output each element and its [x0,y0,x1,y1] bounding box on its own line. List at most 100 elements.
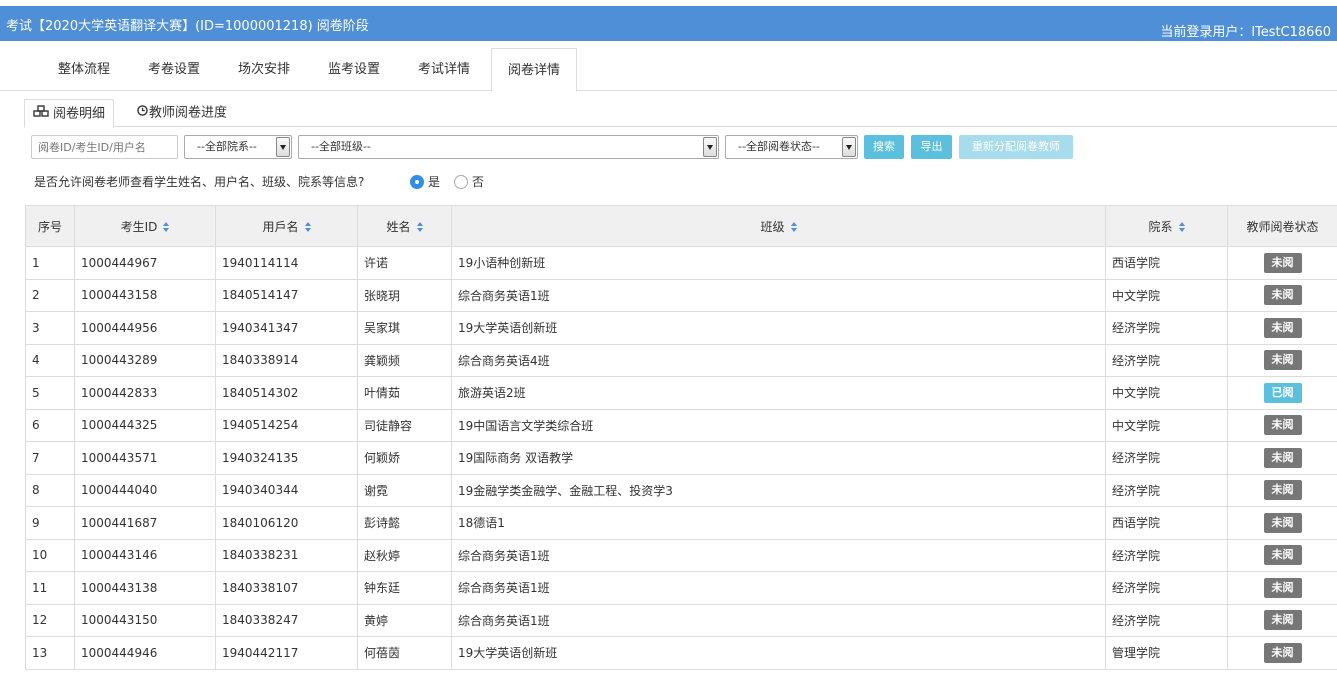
cell-username: 1840338107 [215,571,358,605]
cell-student-id: 1000444967 [74,246,216,280]
table-row[interactable]: 3 1000444956 1940341347 吴家琪 19大学英语创新班 经济学院 未阅 [25,311,1337,345]
export-button[interactable]: 导出 [911,135,952,159]
privacy-no-radio[interactable] [454,175,468,189]
status-badge: 未阅 [1263,350,1302,371]
cell-department: 经济学院 [1105,311,1228,345]
department-select-value: --全部院系-- [197,140,257,153]
cell-status: 未阅 [1227,278,1337,312]
search-button[interactable]: 搜索 [864,135,904,159]
status-select-value: --全部阅卷状态-- [738,140,820,153]
table-row[interactable]: 4 1000443289 1840338914 龚颖频 综合商务英语4班 经济学院 未阅 [25,343,1337,377]
cell-status: 已阅 [1227,376,1337,410]
cell-department: 经济学院 [1105,603,1228,637]
table-row[interactable]: 10 1000443146 1840338231 赵秋婷 综合商务英语1班 经济学院 未阅 [25,538,1337,572]
cell-department: 经济学院 [1105,538,1228,572]
table-row[interactable]: 8 1000444040 1940340344 谢霓 19金融学类金融学、金融工程、投资… [25,473,1337,507]
status-badge: 未阅 [1263,610,1302,631]
table-row[interactable]: 6 1000444325 1940514254 司徒静容 19中国语言文学类综合班 中文学… [25,408,1337,442]
cell-student-id: 1000444040 [74,473,216,507]
cell-department: 中文学院 [1105,278,1228,312]
cell-class: 19金融学类金融学、金融工程、投资学3 [451,473,1106,507]
subtab-marking-breakdown[interactable]: 阅卷明细 [24,99,115,128]
sort-icon[interactable] [790,222,797,232]
cell-department: 管理学院 [1105,636,1228,670]
cell-student-id: 1000442833 [74,376,216,410]
privacy-yes-radio[interactable] [410,175,424,189]
table-row[interactable]: 9 1000441687 1840106120 彭诗懿 18德语1 西语学院 未阅 [25,506,1337,540]
privacy-yes-label[interactable]: 是 [428,173,440,191]
col-header-department[interactable]: 院系 [1105,205,1228,247]
sort-icon[interactable] [163,222,170,232]
cell-class: 19大学英语创新班 [451,311,1106,345]
status-select[interactable]: --全部阅卷状态-- [725,135,858,159]
marking-table: 序号 考生ID 用戶名 姓名 班级 院系 教师阅卷状态 1 1000444967 1… [25,205,1337,670]
cell-department: 中文学院 [1105,376,1228,410]
cell-status: 未阅 [1227,506,1337,540]
cell-class: 旅游英语2班 [451,376,1106,410]
cell-class: 19国际商务 双语教学 [451,441,1106,475]
cell-username: 1840338231 [215,538,358,572]
table-row[interactable]: 1 1000444967 1940114114 许诺 19小语种创新班 西语学院 未阅 [25,246,1337,280]
tab-overall-process[interactable]: 整体流程 [37,48,131,91]
status-badge: 未阅 [1263,447,1302,468]
cell-status: 未阅 [1227,343,1337,377]
cell-name: 何颖娇 [357,441,452,475]
sort-icon[interactable] [1178,222,1185,232]
table-row[interactable]: 11 1000443138 1840338107 钟东廷 综合商务英语1班 经济学院 未阅 [25,571,1337,605]
app-header: 考试【2020大学英语翻译大赛】(ID=1000001218) 阅卷阶段 当前登… [0,6,1337,41]
cell-status: 未阅 [1227,571,1337,605]
cell-name: 吴家琪 [357,311,452,345]
tab-marking-details[interactable]: 阅卷详情 [491,48,577,92]
cell-name: 彭诗懿 [357,506,452,540]
privacy-no-label[interactable]: 否 [472,173,484,191]
subtab-teacher-progress-label: 教师阅卷进度 [149,105,228,121]
cell-student-id: 1000443571 [74,441,216,475]
status-badge: 已阅 [1263,382,1302,403]
chevron-down-icon [276,137,290,157]
subtab-teacher-progress[interactable]: 教师阅卷进度 [137,99,227,127]
cell-index: 9 [25,506,75,540]
cell-student-id: 1000444956 [74,311,216,345]
cell-index: 3 [25,311,75,345]
chevron-down-icon [842,137,856,157]
cell-class: 综合商务英语4班 [451,343,1106,377]
col-header-student-id[interactable]: 考生ID [74,205,216,247]
cell-username: 1840338247 [215,603,358,637]
reassign-teacher-button[interactable]: 重新分配阅卷教师 [959,135,1073,159]
status-badge: 未阅 [1263,252,1302,273]
cell-class: 综合商务英语1班 [451,278,1106,312]
cell-username: 1940114114 [215,246,358,280]
class-select[interactable]: --全部班级-- [298,135,719,159]
tab-exam-details[interactable]: 考试详情 [397,48,491,91]
col-header-index: 序号 [25,205,75,247]
department-select[interactable]: --全部院系-- [184,135,292,159]
tab-proctor-settings[interactable]: 监考设置 [311,48,397,91]
sort-icon[interactable] [416,222,423,232]
col-header-name[interactable]: 姓名 [357,205,452,247]
search-input[interactable] [31,135,178,159]
cell-student-id: 1000441687 [74,506,216,540]
table-row[interactable]: 7 1000443571 1940324135 何颖娇 19国际商务 双语教学 经济学院 未… [25,441,1337,475]
cell-name: 叶倩茹 [357,376,452,410]
col-header-username[interactable]: 用戶名 [215,205,358,247]
sort-icon[interactable] [304,222,311,232]
cell-department: 经济学院 [1105,343,1228,377]
tab-session-schedule[interactable]: 场次安排 [217,48,311,91]
table-row[interactable]: 5 1000442833 1840514302 叶倩茹 旅游英语2班 中文学院 已阅 [25,376,1337,410]
cell-username: 1940514254 [215,408,358,442]
cell-name: 钟东廷 [357,571,452,605]
cell-class: 19中国语言文学类综合班 [451,408,1106,442]
chevron-down-icon [703,137,717,157]
cell-index: 4 [25,343,75,377]
table-row[interactable]: 12 1000443150 1840338247 黄婷 综合商务英语1班 经济学院 未阅 [25,603,1337,637]
table-row[interactable]: 2 1000443158 1840514147 张晓玥 综合商务英语1班 中文学院 未阅 [25,278,1337,312]
class-select-value: --全部班级-- [311,140,371,153]
cubes-icon [33,100,49,128]
col-header-class[interactable]: 班级 [451,205,1106,247]
cell-class: 综合商务英语1班 [451,603,1106,637]
tab-paper-settings[interactable]: 考卷设置 [131,48,217,91]
table-row[interactable]: 13 1000444946 1940442117 何蓓茵 19大学英语创新班 管理学院 未阅 [25,636,1337,670]
cell-name: 黄婷 [357,603,452,637]
cell-status: 未阅 [1227,473,1337,507]
cell-status: 未阅 [1227,603,1337,637]
